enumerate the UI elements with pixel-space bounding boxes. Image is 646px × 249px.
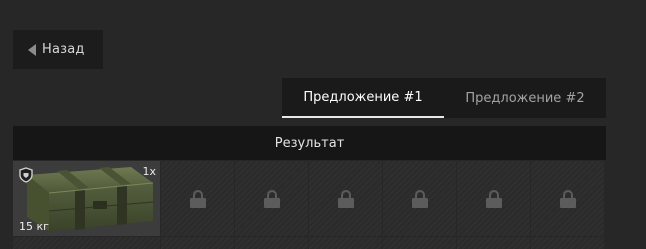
locked-slot	[309, 161, 382, 236]
locked-slot	[161, 161, 234, 236]
lock-icon	[559, 189, 576, 208]
item-count: 1x	[142, 165, 156, 178]
tab-offer-2[interactable]: Предложение #2	[444, 78, 606, 118]
slot	[383, 237, 456, 249]
slot	[235, 237, 308, 249]
item-weight: 15 кг	[19, 220, 49, 233]
slot	[13, 237, 160, 249]
lock-icon	[337, 189, 354, 208]
locked-slot	[531, 161, 604, 236]
back-button[interactable]: Назад	[13, 30, 103, 69]
result-grid: 1x 15 кг	[13, 161, 606, 249]
result-item-slot[interactable]: 1x 15 кг	[13, 161, 160, 236]
shield-icon	[19, 167, 33, 183]
slot	[161, 237, 234, 249]
locked-slot	[457, 161, 530, 236]
lock-icon	[263, 189, 280, 208]
slot	[457, 237, 530, 249]
offer-tabs: Предложение #1 Предложение #2	[282, 78, 606, 118]
result-header: Результат	[13, 126, 606, 160]
locked-slot	[235, 161, 308, 236]
tab-offer-1[interactable]: Предложение #1	[282, 78, 444, 118]
crafting-screen: Назад Предложение #1 Предложение #2 Резу…	[0, 0, 646, 249]
lock-icon	[411, 189, 428, 208]
lock-icon	[189, 189, 206, 208]
back-arrow-icon	[28, 43, 36, 56]
slot	[531, 237, 604, 249]
lock-icon	[485, 189, 502, 208]
back-button-label: Назад	[42, 42, 85, 57]
locked-slot	[383, 161, 456, 236]
slot	[309, 237, 382, 249]
